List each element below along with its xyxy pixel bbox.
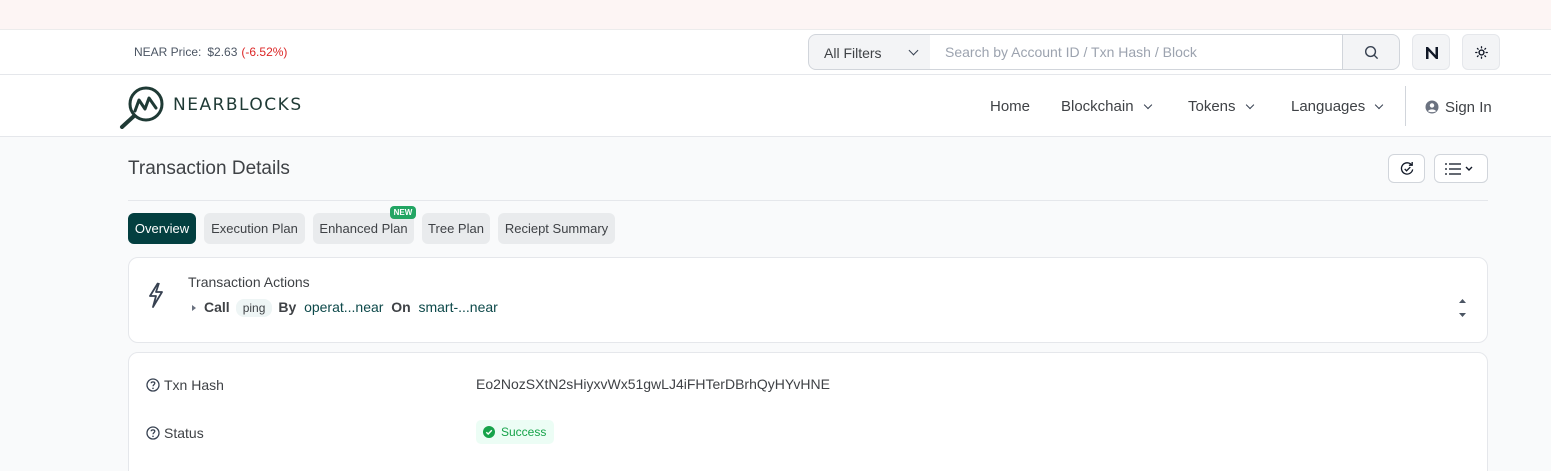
caret-right-icon [192, 305, 196, 311]
sign-in-label: Sign In [1445, 99, 1492, 116]
chevron-down-icon [1375, 100, 1384, 110]
action-verb: Call [204, 299, 230, 315]
nav-item-languages[interactable]: Languages [1291, 98, 1384, 115]
nearblocks-logo-icon[interactable] [118, 83, 168, 129]
transaction-details-card [128, 352, 1488, 471]
search-icon [1364, 45, 1379, 60]
refresh-button[interactable] [1388, 154, 1425, 183]
transaction-actions-title: Transaction Actions [188, 274, 310, 290]
near-price-change: (-6.52%) [241, 45, 288, 59]
announcement-banner [0, 0, 1551, 30]
theme-toggle-button[interactable] [1462, 34, 1500, 70]
txn-hash-label-text: Txn Hash [164, 377, 224, 393]
txn-hash-label: Txn Hash [146, 376, 224, 393]
tab-label: Execution Plan [211, 221, 298, 236]
nav-item-label: Tokens [1188, 98, 1236, 115]
chevron-down-icon [1245, 100, 1254, 110]
view-options-button[interactable] [1434, 154, 1488, 183]
search-button[interactable] [1342, 34, 1400, 70]
user-circle-icon [1425, 100, 1439, 114]
txn-hash-value[interactable]: Eo2NozSXtN2sHiyxvWx51gwLJ4iFHTerDBrhQyHY… [476, 376, 830, 392]
lightning-icon [149, 282, 163, 308]
method-badge: ping [235, 299, 273, 317]
near-price: NEAR Price: $2.63 (-6.52%) [134, 45, 287, 59]
search-input[interactable] [930, 34, 1343, 70]
main-nav: NEARBLOCKS Home Blockchain Tokens Langua… [0, 75, 1551, 137]
tab-overview[interactable]: Overview [128, 213, 196, 244]
on-label: On [391, 299, 411, 315]
nav-item-tokens[interactable]: Tokens [1188, 98, 1254, 115]
title-divider [128, 200, 1488, 201]
tab-receipt-summary[interactable]: Reciept Summary [498, 213, 615, 244]
from-account-link[interactable]: operat...near [304, 299, 383, 315]
nav-item-label: Languages [1291, 98, 1366, 115]
filter-select-label: All Filters [824, 45, 882, 61]
nav-item-home[interactable]: Home [990, 98, 1030, 115]
tab-label: Enhanced Plan [319, 221, 408, 236]
check-circle-icon [483, 426, 495, 438]
tab-tree-plan[interactable]: Tree Plan [422, 213, 490, 244]
status-label-text: Status [164, 425, 204, 441]
status-label: Status [146, 424, 204, 441]
nav-item-label: Blockchain [1061, 98, 1134, 115]
near-price-label: NEAR Price: [134, 45, 202, 59]
tab-label: Overview [134, 221, 190, 236]
tab-label: Reciept Summary [504, 221, 609, 236]
near-network-button[interactable] [1412, 34, 1450, 70]
expand-toggle-icon[interactable] [1457, 297, 1468, 319]
sign-in-link[interactable]: Sign In [1425, 98, 1492, 116]
new-badge: NEW [390, 206, 416, 219]
nav-item-label: Home [990, 98, 1031, 115]
filter-select[interactable]: All Filters [808, 34, 931, 70]
nav-divider [1405, 86, 1406, 126]
near-price-value: $2.63 [207, 45, 238, 59]
tab-label: Tree Plan [428, 221, 484, 236]
action-row[interactable]: Call ping By operat...near On smart-...nea… [192, 299, 498, 317]
help-circle-icon[interactable] [146, 378, 160, 392]
nav-item-blockchain[interactable]: Blockchain [1061, 98, 1152, 115]
sun-icon [1475, 46, 1488, 59]
page-title: Transaction Details [128, 158, 290, 179]
chevron-down-icon [908, 45, 919, 56]
list-icon [1445, 163, 1473, 175]
status-value: Success [501, 425, 547, 439]
to-account-link[interactable]: smart-...near [418, 299, 497, 315]
status-badge: Success [476, 420, 555, 444]
tab-execution-plan[interactable]: Execution Plan [204, 213, 305, 244]
by-label: By [278, 299, 297, 315]
chevron-down-icon [1143, 100, 1152, 110]
near-logo-icon [1426, 47, 1438, 59]
logo-text[interactable]: NEARBLOCKS [173, 95, 303, 115]
help-circle-icon[interactable] [146, 426, 160, 440]
refresh-icon [1400, 161, 1414, 175]
